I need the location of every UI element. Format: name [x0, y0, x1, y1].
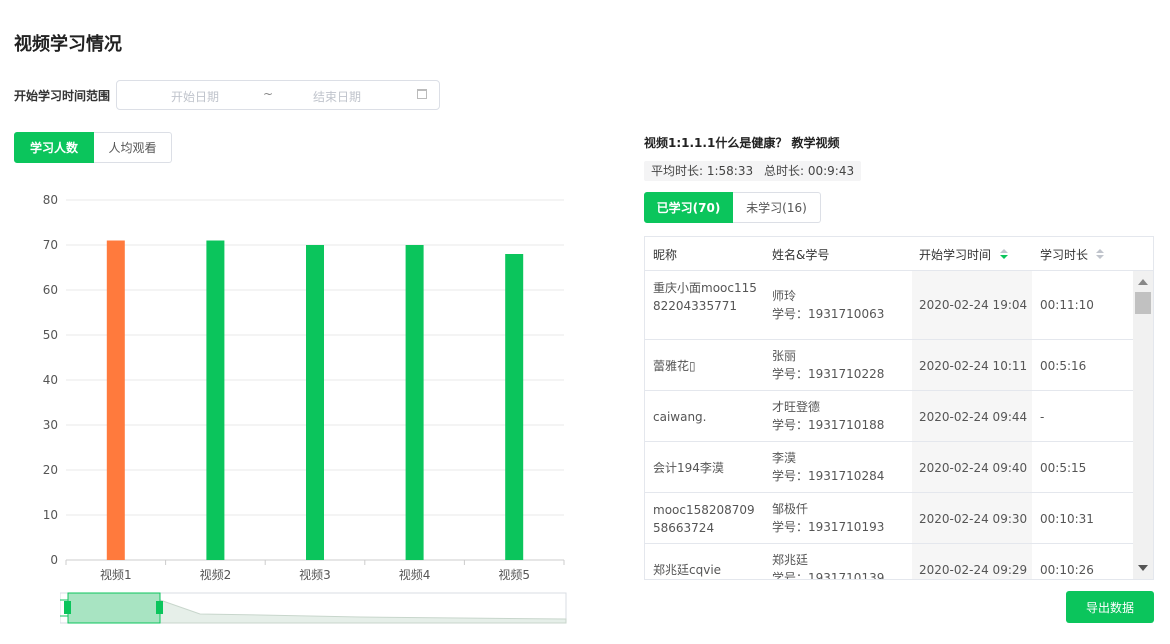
learners-table: 昵称 姓名&学号 开始学习时间 学习时长 重庆小面mooc11582204335…	[644, 236, 1154, 580]
cell-nickname: 郑兆廷cqvie	[653, 563, 722, 577]
cell-duration: 00:11:10	[1040, 298, 1094, 312]
y-tick-label: 10	[43, 508, 58, 522]
cell-start-time: 2020-02-24 10:11	[919, 359, 1028, 373]
table-body: 重庆小面mooc11582204335771 师玲学号：1931710063 202…	[645, 271, 1133, 579]
date-range-picker[interactable]: 开始日期 ~ 结束日期	[116, 80, 440, 110]
y-tick-label: 40	[43, 373, 58, 387]
tab-avg-views[interactable]: 人均观看	[94, 132, 172, 163]
cell-duration: -	[1040, 410, 1045, 424]
cell-start-time: 2020-02-24 09:30	[919, 512, 1028, 526]
cell-nickname: 重庆小面mooc11582204335771	[653, 281, 757, 313]
tab-not-learned[interactable]: 未学习(16)	[733, 192, 821, 223]
y-tick-label: 30	[43, 418, 58, 432]
y-tick-label: 70	[43, 238, 58, 252]
cell-start-time: 2020-02-24 19:04	[919, 298, 1028, 312]
cell-student-id: 学号：1931710063	[772, 307, 885, 321]
cell-student-name: 才旺登德	[772, 400, 821, 414]
scroll-thumb[interactable]	[1135, 292, 1151, 314]
page-title: 视频学习情况	[14, 34, 122, 55]
cell-duration: 00:5:15	[1040, 461, 1087, 475]
x-tick-label: 视频5	[498, 567, 530, 582]
col-header-duration[interactable]: 学习时长	[1040, 246, 1088, 263]
x-tick-label: 视频3	[299, 567, 331, 582]
x-tick-label: 视频1	[100, 567, 132, 582]
avg-duration-badge: 平均时长: 1:58:33	[644, 161, 761, 181]
end-date-input[interactable]: 结束日期	[313, 88, 361, 105]
cell-start-time: 2020-02-24 09:40	[919, 461, 1028, 475]
cell-duration: 00:5:16	[1040, 359, 1087, 373]
table-row[interactable]: 郑兆廷cqvie 郑兆廷学号：1931710139 2020-02-24 09:29…	[645, 544, 1133, 579]
cell-student-id: 学号：1931710188	[772, 418, 885, 432]
chart-metric-tabs: 学习人数 人均观看	[14, 132, 172, 163]
scroll-up-icon[interactable]	[1138, 279, 1148, 285]
zoom-selected-range	[67, 592, 161, 624]
chart-zoom-slider[interactable]	[60, 590, 570, 626]
cell-duration: 00:10:26	[1040, 563, 1094, 577]
calendar-icon[interactable]	[417, 89, 427, 99]
export-data-button[interactable]: 导出数据	[1066, 591, 1154, 623]
video-title: 视频1:1.1.1什么是健康？ 教学视频	[644, 136, 840, 150]
cell-duration: 00:10:31	[1040, 512, 1094, 526]
y-tick-label: 60	[43, 283, 58, 297]
bar	[405, 245, 424, 560]
cell-student-id: 学号：1931710139	[772, 571, 885, 579]
zoom-handle-left[interactable]	[64, 601, 71, 614]
bar	[206, 240, 225, 560]
date-separator: ~	[263, 87, 274, 101]
bar	[505, 254, 524, 560]
table-row[interactable]: mooc15820870958663724 邹极仟学号：1931710193 202…	[645, 493, 1133, 544]
scroll-down-icon[interactable]	[1138, 565, 1148, 571]
cell-start-time: 2020-02-24 09:29	[919, 563, 1028, 577]
x-tick-label: 视频2	[200, 567, 232, 582]
cell-nickname: caiwang.	[653, 410, 707, 424]
col-header-start-time[interactable]: 开始学习时间	[919, 246, 991, 263]
bar	[306, 245, 324, 560]
cell-start-time: 2020-02-24 09:44	[919, 410, 1028, 424]
table-row[interactable]: 重庆小面mooc11582204335771 师玲学号：1931710063 202…	[645, 271, 1133, 340]
x-tick-label: 视频4	[399, 567, 431, 582]
cell-student-id: 学号：1931710228	[772, 367, 885, 381]
tab-learned[interactable]: 已学习(70)	[644, 192, 733, 223]
col-header-name-id: 姓名&学号	[772, 248, 830, 262]
sort-icon[interactable]	[1096, 249, 1104, 261]
table-header: 昵称 姓名&学号 开始学习时间 学习时长	[645, 237, 1153, 271]
cell-nickname: 蕾雅花▯	[653, 359, 696, 373]
bar	[106, 240, 125, 560]
cell-student-name: 李漠	[772, 451, 797, 465]
sort-icon[interactable]	[1000, 249, 1008, 261]
table-scrollbar[interactable]	[1133, 271, 1153, 579]
cell-student-id: 学号：1931710193	[772, 520, 885, 534]
table-row[interactable]: 会计194李漠 李漠学号：1931710284 2020-02-24 09:40 00…	[645, 442, 1133, 493]
cell-student-name: 郑兆廷	[772, 553, 809, 567]
cell-nickname: 会计194李漠	[653, 461, 724, 475]
y-tick-label: 0	[50, 553, 58, 567]
zoom-handle-right[interactable]	[156, 601, 163, 614]
col-header-nickname: 昵称	[653, 248, 678, 262]
start-date-input[interactable]: 开始日期	[171, 88, 219, 105]
y-tick-label: 20	[43, 463, 58, 477]
date-range-label: 开始学习时间范围	[14, 89, 111, 103]
cell-nickname: mooc15820870958663724	[653, 503, 755, 535]
cell-student-id: 学号：1931710284	[772, 469, 885, 483]
bar-chart: 0 10 20 30 40 50 60 70 80 视频1 视频2 视频3 视频4 视频5	[43, 193, 565, 582]
table-row[interactable]: 蕾雅花▯ 张丽学号：1931710228 2020-02-24 10:11 00:5:…	[645, 340, 1133, 391]
total-duration-badge: 总时长: 00:9:43	[757, 161, 862, 181]
tab-learners[interactable]: 学习人数	[14, 132, 94, 163]
y-tick-label: 50	[43, 328, 58, 342]
table-row[interactable]: caiwang. 才旺登德学号：1931710188 2020-02-24 09:4…	[645, 391, 1133, 442]
cell-student-name: 邹极仟	[772, 502, 809, 516]
cell-student-name: 张丽	[772, 349, 797, 363]
y-tick-label: 80	[43, 193, 58, 207]
learning-status-tabs: 已学习(70) 未学习(16)	[644, 192, 821, 223]
cell-student-name: 师玲	[772, 289, 797, 303]
